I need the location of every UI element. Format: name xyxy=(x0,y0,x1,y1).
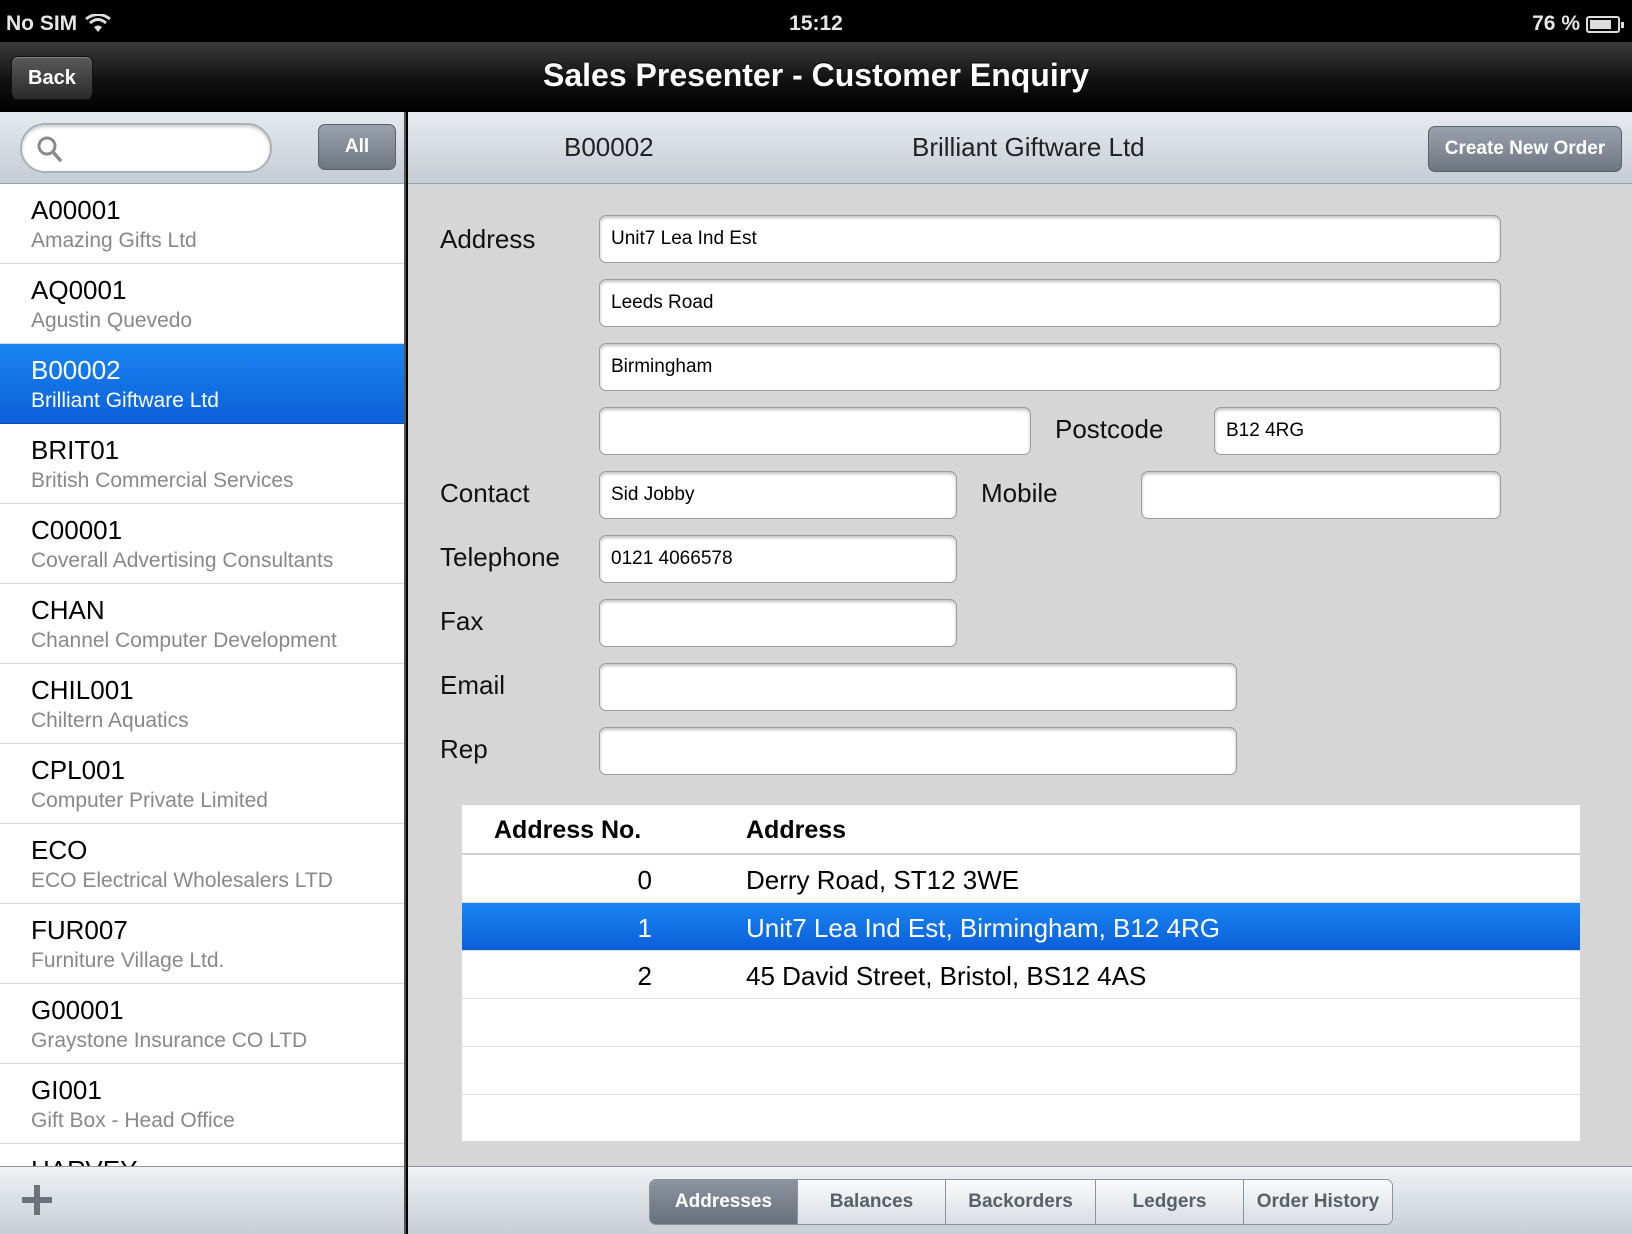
contact-field[interactable]: Sid Jobby xyxy=(599,471,957,519)
search-input[interactable] xyxy=(20,123,272,173)
customer-code: CHIL001 xyxy=(31,675,134,705)
bottom-toolbar: Addresses Balances Backorders Ledgers Or… xyxy=(408,1166,1632,1234)
list-item[interactable]: CHAN Channel Computer Development xyxy=(0,584,404,664)
address-cell: Derry Road, ST12 3WE xyxy=(746,865,1020,895)
list-toolbar xyxy=(0,1166,404,1234)
add-icon[interactable] xyxy=(20,1183,54,1217)
navigation-bar: Back Sales Presenter - Customer Enquiry xyxy=(0,42,1632,112)
address-cell: 45 David Street, Bristol, BS12 4AS xyxy=(746,961,1147,991)
customer-name: Agustin Quevedo xyxy=(31,309,193,332)
mobile-field[interactable] xyxy=(1141,471,1501,519)
table-header: Address No. Address xyxy=(462,805,1580,855)
table-row[interactable]: 0 Derry Road, ST12 3WE xyxy=(462,855,1580,903)
all-filter-button[interactable]: All xyxy=(318,124,396,170)
list-item[interactable]: CPL001 Computer Private Limited xyxy=(0,744,404,824)
address-line-2-field[interactable]: Leeds Road xyxy=(599,279,1501,327)
detail-header: B00002 Brilliant Giftware Ltd Create New… xyxy=(408,112,1632,184)
customer-list: A00001 Amazing Gifts Ltd AQ0001 Agustin Qu… xyxy=(0,184,404,1234)
address-cell: Unit7 Lea Ind Est, Birmingham, B12 4RG xyxy=(746,913,1221,943)
customer-name-header: Brilliant Giftware Ltd xyxy=(912,132,1145,162)
page-title: Sales Presenter - Customer Enquiry xyxy=(543,57,1089,93)
customer-code: G00001 xyxy=(31,995,124,1025)
customer-name: British Commercial Services xyxy=(31,469,294,492)
customer-name: Brilliant Giftware Ltd xyxy=(31,389,219,412)
rep-label: Rep xyxy=(440,734,488,764)
table-row[interactable]: 2 45 David Street, Bristol, BS12 4AS xyxy=(462,951,1580,999)
customer-name: Gift Box - Head Office xyxy=(31,1109,235,1132)
customer-code: CPL001 xyxy=(31,755,125,785)
battery-percent: 76 % xyxy=(1532,12,1580,35)
tab-addresses[interactable]: Addresses xyxy=(650,1180,798,1224)
postcode-label: Postcode xyxy=(1055,414,1164,444)
customer-code-header: B00002 xyxy=(564,132,654,162)
customer-code: B00002 xyxy=(31,355,121,385)
table-row-selected[interactable]: 1 Unit7 Lea Ind Est, Birmingham, B12 4RG xyxy=(462,903,1580,951)
battery-icon xyxy=(1586,15,1624,33)
email-field[interactable] xyxy=(599,663,1237,711)
rep-field[interactable] xyxy=(599,727,1237,775)
list-item[interactable]: G00001 Graystone Insurance CO LTD xyxy=(0,984,404,1064)
customer-name: Furniture Village Ltd. xyxy=(31,949,225,972)
list-item[interactable]: CHIL001 Chiltern Aquatics xyxy=(0,664,404,744)
list-item[interactable]: AQ0001 Agustin Quevedo xyxy=(0,264,404,344)
customer-code: CHAN xyxy=(31,595,105,625)
list-item[interactable]: A00001 Amazing Gifts Ltd xyxy=(0,184,404,264)
address-no-cell: 2 xyxy=(637,961,652,991)
customer-name: Chiltern Aquatics xyxy=(31,709,189,732)
mobile-label: Mobile xyxy=(981,478,1058,508)
column-header-address: Address xyxy=(746,816,847,844)
create-new-order-button[interactable]: Create New Order xyxy=(1428,126,1622,172)
battery-indicator: 76 % xyxy=(1532,12,1624,36)
list-item[interactable]: GI001 Gift Box - Head Office xyxy=(0,1064,404,1144)
list-item[interactable]: C00001 Coverall Advertising Consultants xyxy=(0,504,404,584)
customer-code: AQ0001 xyxy=(31,275,127,305)
fax-label: Fax xyxy=(440,606,484,636)
customer-code: C00001 xyxy=(31,515,123,545)
address-line-4-field[interactable] xyxy=(599,407,1031,455)
telephone-label: Telephone xyxy=(440,542,560,572)
customer-name: Channel Computer Development xyxy=(31,629,337,652)
postcode-field[interactable]: B12 4RG xyxy=(1214,407,1501,455)
customer-name: Graystone Insurance CO LTD xyxy=(31,1029,308,1052)
tab-backorders[interactable]: Backorders xyxy=(946,1180,1096,1224)
section-tabs: Addresses Balances Backorders Ledgers Or… xyxy=(649,1179,1393,1225)
customer-list-pane: All A00001 Amazing Gifts Ltd AQ0001 Agusti… xyxy=(0,112,406,1234)
status-bar: No SIM 15:12 76 % xyxy=(0,0,1632,42)
fax-field[interactable] xyxy=(599,599,957,647)
customer-code: ECO xyxy=(31,835,88,865)
address-line-3-field[interactable]: Birmingham xyxy=(599,343,1501,391)
tab-ledgers[interactable]: Ledgers xyxy=(1096,1180,1244,1224)
column-header-address-no: Address No. xyxy=(494,816,642,844)
customer-name: Coverall Advertising Consultants xyxy=(31,549,334,572)
email-label: Email xyxy=(440,670,506,700)
customer-name: ECO Electrical Wholesalers LTD xyxy=(31,869,333,892)
empty-table-row xyxy=(462,999,1580,1047)
address-no-cell: 0 xyxy=(637,865,652,895)
search-bar: All xyxy=(0,112,404,184)
address-label: Address xyxy=(440,224,536,254)
contact-label: Contact xyxy=(440,478,530,508)
address-no-cell: 1 xyxy=(637,913,652,943)
addresses-table: Address No. Address 0 Derry Road, ST12 3… xyxy=(462,805,1580,1141)
clock: 15:12 xyxy=(789,12,843,35)
list-item[interactable]: BRIT01 British Commercial Services xyxy=(0,424,404,504)
customer-code: GI001 xyxy=(31,1075,102,1105)
tab-order-history[interactable]: Order History xyxy=(1244,1180,1392,1224)
customer-code: FUR007 xyxy=(31,915,128,945)
list-item-selected[interactable]: B00002 Brilliant Giftware Ltd xyxy=(0,344,404,424)
telephone-field[interactable]: 0121 4066578 xyxy=(599,535,957,583)
empty-table-row xyxy=(462,1047,1580,1095)
customer-detail-pane: B00002 Brilliant Giftware Ltd Create New… xyxy=(408,112,1632,1234)
address-line-1-field[interactable]: Unit7 Lea Ind Est xyxy=(599,215,1501,263)
search-icon xyxy=(37,136,62,162)
tab-balances[interactable]: Balances xyxy=(798,1180,946,1224)
list-item[interactable]: ECO ECO Electrical Wholesalers LTD xyxy=(0,824,404,904)
customer-name: Amazing Gifts Ltd xyxy=(31,229,197,252)
list-item[interactable]: FUR007 Furniture Village Ltd. xyxy=(0,904,404,984)
customer-code: A00001 xyxy=(31,195,121,225)
customer-code: BRIT01 xyxy=(31,435,120,465)
customer-name: Computer Private Limited xyxy=(31,789,268,812)
